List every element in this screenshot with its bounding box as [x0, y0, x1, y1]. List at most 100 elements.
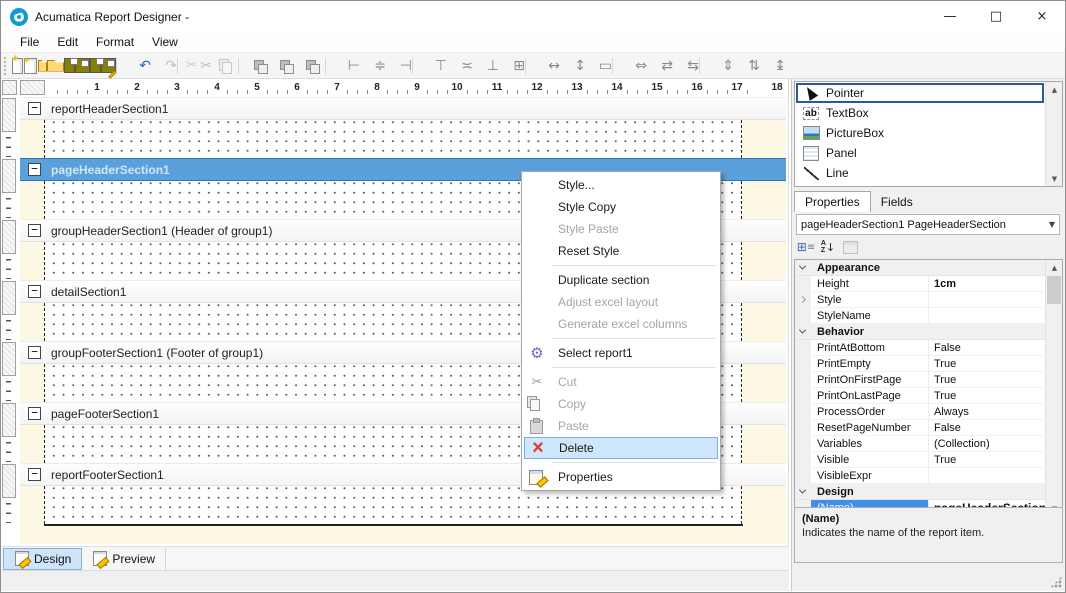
minimize-button[interactable]: — — [927, 1, 973, 32]
collapse-icon[interactable]: − — [28, 285, 41, 298]
decrease-horizontal-spacing-icon[interactable]: ⇆ — [673, 55, 699, 77]
same-height-icon[interactable]: ↕ — [560, 55, 586, 77]
property-row[interactable]: Design — [795, 484, 1045, 500]
menu-file[interactable]: File — [11, 33, 48, 51]
context-style-copy[interactable]: Style Copy — [524, 196, 718, 218]
context-select-report[interactable]: Select report1 — [524, 342, 718, 364]
separator[interactable] — [699, 55, 708, 77]
property-row[interactable]: Variables (Collection) — [795, 436, 1045, 452]
resize-grip[interactable] — [1050, 576, 1062, 588]
property-row[interactable]: ResetPageNumber False — [795, 420, 1045, 436]
object-selector-dropdown[interactable]: pageHeaderSection1 PageHeaderSection ▼ — [796, 214, 1060, 235]
property-row[interactable]: VisibleExpr — [795, 468, 1045, 484]
same-size-icon[interactable]: ▭ — [586, 55, 612, 77]
section-grid-area[interactable] — [44, 486, 742, 524]
categorized-icon[interactable] — [796, 238, 816, 256]
save-icon[interactable] — [64, 55, 90, 77]
align-lefts-icon[interactable]: ⊢ — [334, 55, 360, 77]
copy-icon[interactable] — [212, 55, 238, 77]
open-file-icon[interactable] — [38, 55, 64, 77]
separator[interactable] — [525, 55, 534, 77]
context-copy[interactable]: Copy — [524, 393, 718, 415]
section-design-surface[interactable] — [20, 120, 786, 158]
separator[interactable] — [524, 262, 718, 269]
cut-icon[interactable]: ✂ — [186, 55, 212, 77]
toolbox-scrollbar[interactable]: ▲ ▼ — [1045, 82, 1062, 186]
save-as-icon[interactable] — [90, 55, 116, 77]
section-header-band[interactable]: − reportHeaderSection1 — [20, 97, 786, 120]
snap-to-grid-icon[interactable]: ⊞ — [499, 55, 525, 77]
section-selector-box[interactable] — [2, 464, 16, 498]
property-row[interactable]: Height 1cm — [795, 276, 1045, 292]
maximize-button[interactable]: □ — [973, 1, 1019, 32]
property-row[interactable]: PrintAtBottom False — [795, 340, 1045, 356]
align-centers-icon[interactable]: ≑ — [360, 55, 386, 77]
separator[interactable] — [524, 459, 718, 466]
separator[interactable] — [524, 364, 718, 371]
menu-format[interactable]: Format — [87, 33, 143, 51]
context-adjust-excel-layout[interactable]: Adjust excel layout — [524, 291, 718, 313]
separator[interactable] — [612, 55, 621, 77]
context-style-paste[interactable]: Style Paste — [524, 218, 718, 240]
send-to-back-icon[interactable] — [299, 55, 325, 77]
collapse-icon[interactable]: − — [28, 407, 41, 420]
decrease-vertical-spacing-icon[interactable]: ↨ — [760, 55, 786, 77]
context-cut[interactable]: Cut — [524, 371, 718, 393]
scroll-down-icon[interactable]: ▼ — [1046, 171, 1063, 186]
property-row[interactable]: Style — [795, 292, 1045, 308]
bring-to-front-icon[interactable] — [247, 55, 273, 77]
context-paste[interactable]: Paste — [524, 415, 718, 437]
property-grid-scrollbar[interactable]: ▲ ▼ — [1045, 260, 1062, 516]
section-selector-box[interactable] — [2, 342, 16, 376]
context-delete[interactable]: Delete — [524, 437, 718, 459]
property-row[interactable]: ProcessOrder Always — [795, 404, 1045, 420]
collapse-icon[interactable]: − — [28, 163, 41, 176]
section-selector-box[interactable] — [2, 220, 16, 254]
menu-view[interactable]: View — [143, 33, 187, 51]
menu-edit[interactable]: Edit — [48, 33, 87, 51]
section-design-surface[interactable] — [20, 486, 786, 524]
section-selector-box[interactable] — [2, 403, 16, 437]
collapse-icon[interactable]: − — [28, 224, 41, 237]
align-middles-icon[interactable]: ≍ — [447, 55, 473, 77]
property-pages-icon[interactable] — [840, 238, 860, 256]
separator[interactable] — [325, 55, 334, 77]
sort-alphabetical-icon[interactable] — [818, 238, 838, 256]
property-row[interactable]: Visible True — [795, 452, 1045, 468]
close-button[interactable]: × — [1019, 1, 1065, 32]
tool-textbox[interactable]: TextBox — [796, 103, 1044, 123]
align-bottoms-icon[interactable]: ⊥ — [473, 55, 499, 77]
tool-picturebox[interactable]: PictureBox — [796, 123, 1044, 143]
increase-horizontal-spacing-icon[interactable]: ⇄ — [647, 55, 673, 77]
scroll-up-icon[interactable]: ▲ — [1046, 260, 1063, 275]
separator[interactable] — [238, 55, 247, 77]
property-row[interactable]: PrintEmpty True — [795, 356, 1045, 372]
collapse-icon[interactable]: − — [28, 102, 41, 115]
undo-icon[interactable]: ↶ — [125, 55, 151, 77]
context-reset-style[interactable]: Reset Style — [524, 240, 718, 262]
equal-vertical-spacing-icon[interactable]: ⇕ — [708, 55, 734, 77]
section-selector-box[interactable] — [2, 159, 16, 193]
tool-pointer[interactable]: Pointer — [796, 83, 1044, 103]
tab-properties[interactable]: Properties — [794, 191, 871, 212]
context-style[interactable]: Style... — [524, 174, 718, 196]
separator[interactable] — [177, 55, 186, 77]
property-row[interactable]: StyleName — [795, 308, 1045, 324]
redo-icon[interactable]: ↷ — [151, 55, 177, 77]
section-selector-box[interactable] — [2, 98, 16, 132]
section-selector-box[interactable] — [2, 281, 16, 315]
same-width-icon[interactable]: ↔ — [534, 55, 560, 77]
increase-vertical-spacing-icon[interactable]: ⇅ — [734, 55, 760, 77]
scroll-up-icon[interactable]: ▲ — [1046, 82, 1063, 97]
equal-horizontal-spacing-icon[interactable]: ⇔ — [621, 55, 647, 77]
context-duplicate-section[interactable]: Duplicate section — [524, 269, 718, 291]
scrollbar-thumb[interactable] — [1047, 276, 1061, 304]
separator[interactable] — [412, 55, 421, 77]
tool-panel[interactable]: Panel — [796, 143, 1044, 163]
property-row[interactable]: PrintOnLastPage True — [795, 388, 1045, 404]
bring-forward-icon[interactable] — [273, 55, 299, 77]
context-properties[interactable]: Properties — [524, 466, 718, 488]
align-rights-icon[interactable]: ⊣ — [386, 55, 412, 77]
property-row[interactable]: PrintOnFirstPage True — [795, 372, 1045, 388]
collapse-icon[interactable]: − — [28, 346, 41, 359]
